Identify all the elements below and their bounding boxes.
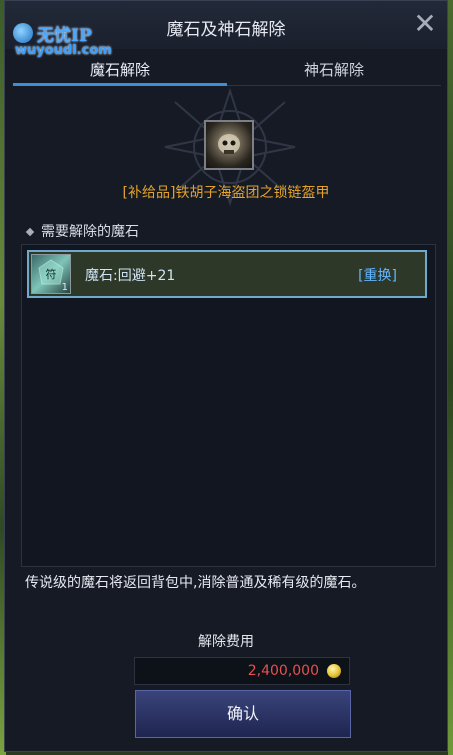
tab-divine-stone-remove[interactable]: 神石解除 (227, 59, 441, 83)
magic-stone-icon[interactable]: 符 1 (31, 254, 71, 294)
chainmail-armor-icon[interactable] (204, 120, 254, 170)
cost-field: 2,400,000 (134, 657, 350, 685)
confirm-button[interactable]: 确认 (135, 690, 351, 738)
gem-count: 1 (61, 282, 68, 293)
armor-skull-icon (218, 134, 240, 154)
close-icon[interactable]: ✕ (411, 10, 439, 39)
watermark: 无忧IP wuyoudl.com (11, 21, 131, 63)
gold-coin-icon (327, 664, 341, 678)
tab-bar: 魔石解除 神石解除 (13, 59, 441, 86)
gem-name: 魔石:回避+21 (85, 268, 176, 284)
list-item[interactable]: 符 1 魔石:回避+21 [重换] (27, 250, 427, 298)
background-edge-right (448, 0, 453, 755)
notice-text: 传说级的魔石将返回背包中,消除普通及稀有级的魔石。 (25, 575, 366, 591)
section-label: 需要解除的魔石 (25, 221, 139, 241)
cost-label: 解除费用 (198, 634, 254, 650)
svg-text:符: 符 (46, 268, 57, 281)
section-label-text: 需要解除的魔石 (41, 224, 139, 240)
replace-link[interactable]: [重换] (358, 265, 397, 285)
watermark-logo-icon (13, 23, 33, 43)
tab-magic-stone-remove[interactable]: 魔石解除 (13, 59, 227, 86)
cost-value: 2,400,000 (247, 663, 319, 679)
watermark-url: wuyoudl.com (15, 43, 112, 58)
item-name: [补给品]铁胡子海盗团之锁链盔甲 (122, 185, 330, 201)
gem-list-panel: 符 1 魔石:回避+21 [重换] (21, 244, 436, 567)
diamond-bullet-icon (25, 227, 35, 237)
dialog-window: 魔石及神石解除 ✕ 无忧IP wuyoudl.com 魔石解除 神石解除 [补给… (4, 0, 448, 752)
